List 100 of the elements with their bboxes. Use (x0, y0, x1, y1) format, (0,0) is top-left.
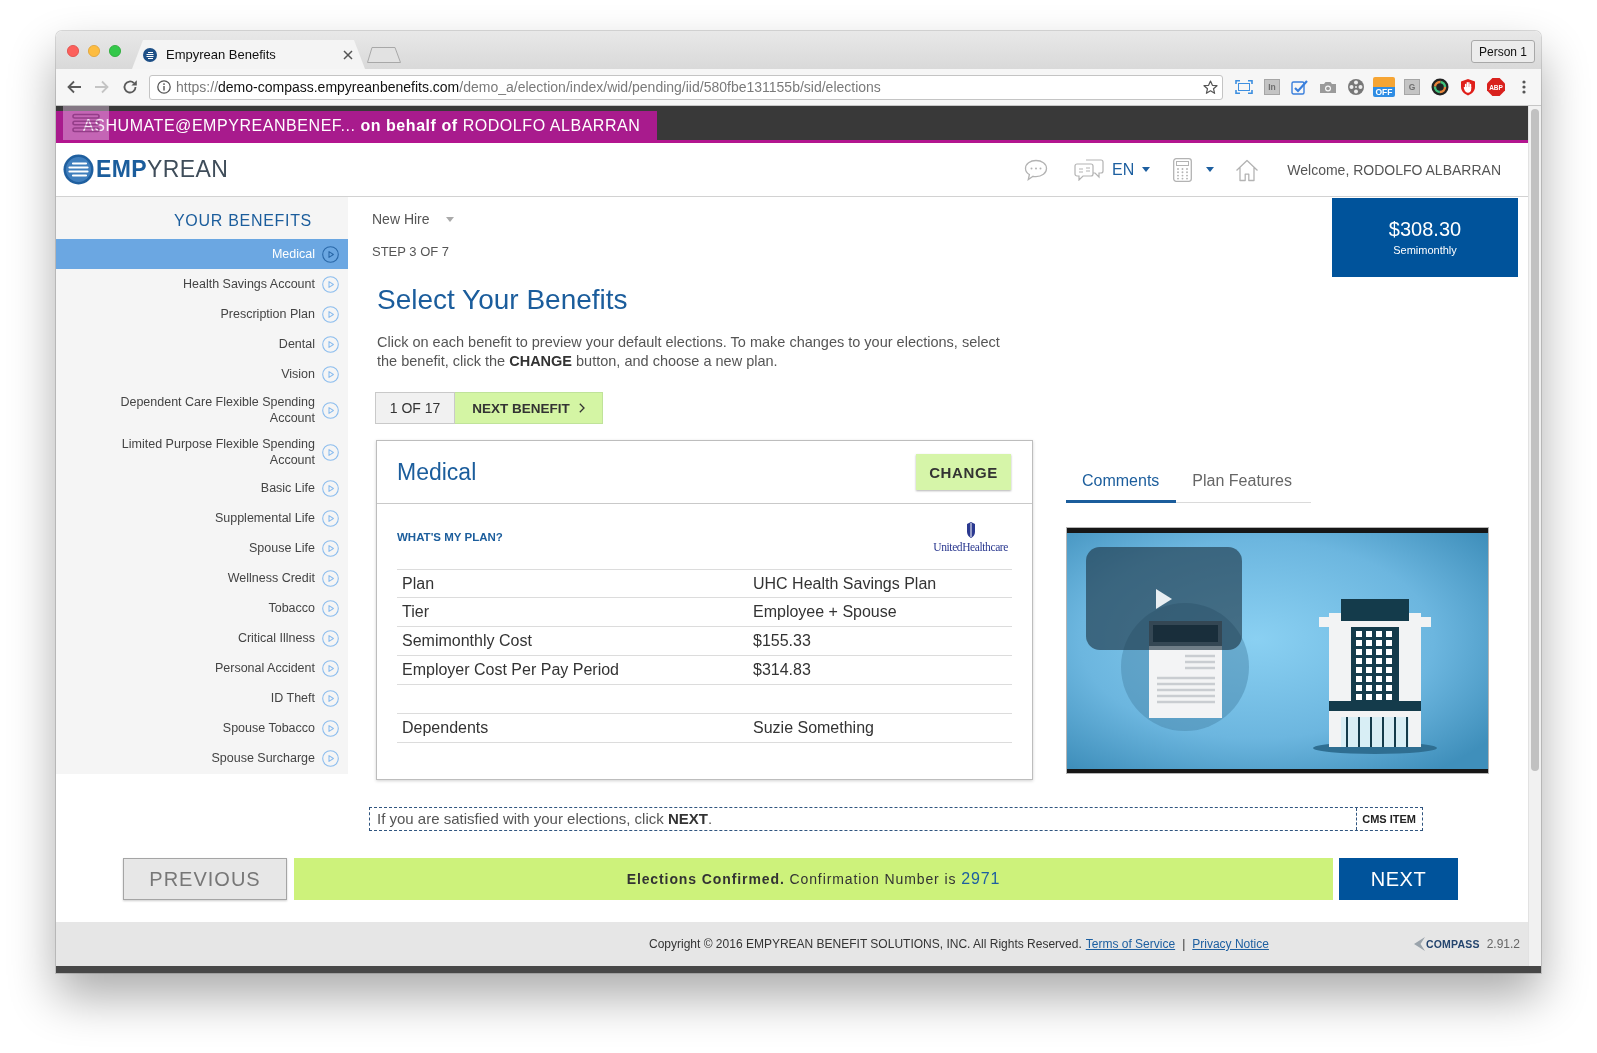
close-icon[interactable] (343, 49, 353, 60)
sidebar-item[interactable]: Health Savings Account (56, 269, 348, 299)
logo-text: EMPYREAN (96, 156, 229, 183)
home-icon[interactable] (1235, 157, 1260, 182)
play-circle-icon (322, 443, 339, 461)
field-value: $155.33 (753, 631, 811, 651)
sidebar-item[interactable]: Spouse Life (56, 533, 348, 563)
field-label: Dependents (401, 718, 490, 738)
sidebar-item[interactable]: Critical Illness (56, 623, 348, 653)
address-bar[interactable]: https://demo-compass.empyreanbenefits.com/demo_a/election/index/wid/pending/iid/580fbe131155b/sid/elections (149, 74, 1223, 100)
shield-icon (965, 520, 976, 538)
intro-text: Click on each benefit to preview your default elections. To make changes to your elections, select the benefit, click the CHANGE button, and choose a new plan. (377, 333, 1001, 371)
total-amount: $308.30 (1388, 217, 1462, 241)
panel-tab[interactable]: Comments (1066, 462, 1177, 503)
event-dropdown[interactable]: New Hire (372, 209, 454, 229)
total-period: Semimonthly (1393, 243, 1457, 258)
next-benefit-button[interactable]: NEXT BENEFIT (455, 392, 603, 424)
back-arrow-icon[interactable] (66, 79, 82, 95)
confirmation-message: Elections Confirmed. Confirmation Number is 2971 (626, 870, 1001, 888)
next-button[interactable]: NEXT (1339, 858, 1458, 900)
language-dropdown[interactable]: EN (1112, 160, 1151, 179)
play-circle-icon (322, 629, 339, 647)
checkmark-icon[interactable] (1291, 79, 1309, 95)
info-icon[interactable] (157, 80, 171, 94)
field-value: Suzie Something (753, 718, 874, 738)
url-text: https://demo-compass.empyreanbenefits.com/demo_a/election/index/wid/pending/iid/580fbe131155b/sid/elections (176, 79, 882, 95)
close-dot-icon[interactable] (67, 45, 79, 57)
sidebar-item[interactable]: Wellness Credit (56, 563, 348, 593)
panel-tab[interactable]: Plan Features (1176, 462, 1309, 503)
field-label: Tier (401, 602, 430, 622)
play-circle-icon (322, 719, 339, 737)
play-circle-icon (322, 569, 339, 587)
chevron-right-icon (578, 403, 585, 413)
field-label: Plan (401, 574, 436, 594)
benefit-counter: 1 OF 17 (375, 392, 455, 424)
cms-item-tag: CMS ITEM (1356, 808, 1421, 830)
change-button[interactable]: CHANGE (916, 454, 1011, 490)
footer-link[interactable]: Terms of Service (1085, 937, 1176, 951)
field-label: Semimonthly Cost (401, 631, 533, 651)
hand-icon[interactable] (1460, 78, 1476, 96)
play-circle-icon (322, 659, 339, 677)
play-circle-icon (322, 335, 339, 353)
minimize-dot-icon[interactable] (88, 45, 100, 57)
sidebar-item[interactable]: Limited Purpose Flexible Spending Account (56, 431, 348, 473)
sidebar-item[interactable]: Spouse Surcharge (56, 743, 348, 773)
brand-name: COMPASS (1425, 938, 1480, 950)
card-title: Medical (397, 458, 477, 486)
camera-icon[interactable] (1319, 80, 1337, 94)
sidebar-item[interactable]: Vision (56, 359, 348, 389)
sidebar-item[interactable]: Prescription Plan (56, 299, 348, 329)
version-text: 2.91.2 (1486, 937, 1520, 951)
calculator-icon[interactable] (1173, 157, 1193, 182)
play-circle-icon (322, 749, 339, 767)
more-menu-icon[interactable] (1522, 79, 1526, 95)
field-value: UHC Health Savings Plan (753, 574, 937, 594)
sidebar-item[interactable]: Supplemental Life (56, 503, 348, 533)
speech-bubbles-icon[interactable] (1074, 158, 1105, 181)
play-circle-icon (322, 401, 339, 419)
ring-icon[interactable] (1431, 78, 1449, 96)
play-circle-icon (322, 509, 339, 527)
sidebar-item[interactable]: ID Theft (56, 683, 348, 713)
play-button[interactable] (1086, 547, 1242, 650)
sidebar-item[interactable]: Dependent Care Flexible Spending Account (56, 389, 348, 431)
play-icon (1155, 587, 1173, 610)
field-value: $314.83 (753, 660, 811, 680)
frame-corners-icon[interactable] (1235, 79, 1253, 95)
previous-button[interactable]: PREVIOUS (123, 858, 287, 900)
browser-tab[interactable]: Empyrean Benefits (132, 40, 365, 69)
sidebar-title: YOUR BENEFITS (173, 211, 312, 231)
reload-icon[interactable] (122, 79, 138, 95)
link-separator: | (1182, 937, 1186, 951)
welcome-text: Welcome, RODOLFO ALBARRAN (1287, 161, 1501, 178)
field-label: Employer Cost Per Pay Period (401, 660, 620, 680)
caret-icon[interactable] (1206, 167, 1215, 172)
sidebar-item[interactable]: Dental (56, 329, 348, 359)
sidebar-item[interactable]: Basic Life (56, 473, 348, 503)
play-circle-icon (322, 689, 339, 707)
star-icon[interactable] (1203, 79, 1218, 95)
proxy-session-banner: ASHUMATE@EMPYREANBENEF... on behalf of RODOLFO ALBARRAN (56, 111, 657, 140)
logo-icon (63, 154, 94, 185)
profile-button[interactable]: Person 1 (1470, 40, 1535, 63)
footer-link[interactable]: Privacy Notice (1192, 937, 1269, 951)
arrowhead-icon (1412, 936, 1425, 952)
sidebar-item[interactable]: Spouse Tobacco (56, 713, 348, 743)
chat-bubble-icon[interactable] (1024, 158, 1049, 181)
sidebar-item[interactable]: Tobacco (56, 593, 348, 623)
play-circle-icon (322, 245, 339, 263)
field-value: Employee + Spouse (753, 602, 897, 622)
play-circle-icon (322, 305, 339, 323)
copyright-text: Copyright © 2016 EMPYREAN BENEFIT SOLUTIONS, INC. All Rights Reserved. (649, 937, 1082, 951)
caret-icon (445, 216, 454, 222)
sidebar-item[interactable]: Personal Accident (56, 653, 348, 683)
film-reel-icon[interactable] (1347, 78, 1365, 96)
zoom-dot-icon[interactable] (109, 45, 121, 57)
step-indicator: STEP 3 OF 7 (372, 243, 450, 261)
whats-my-plan-link[interactable]: WHAT'S MY PLAN? (397, 530, 503, 543)
note-text: If you are satisfied with your elections, click NEXT. (376, 809, 713, 829)
play-circle-icon (322, 365, 339, 383)
scrollbar-thumb[interactable] (1531, 109, 1539, 771)
logo-icon (143, 47, 157, 62)
